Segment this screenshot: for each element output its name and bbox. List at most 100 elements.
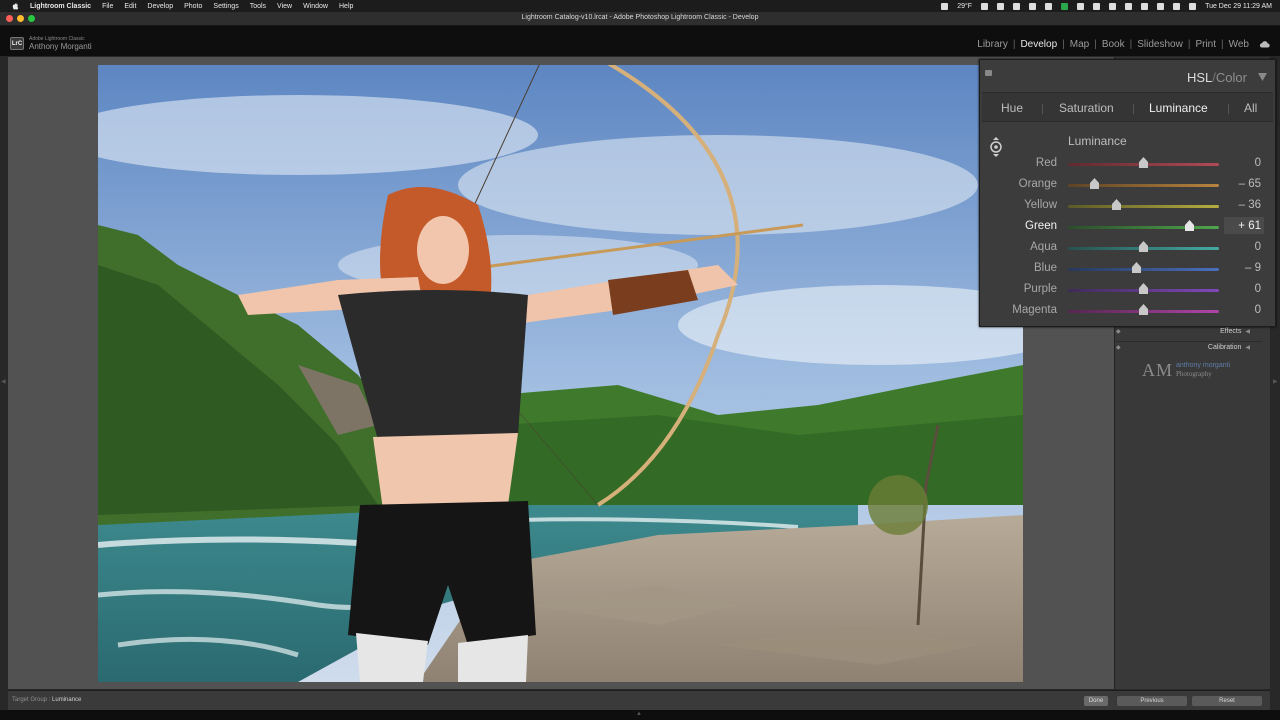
tab-hue[interactable]: Hue xyxy=(1001,101,1023,115)
evernote-icon[interactable] xyxy=(1045,2,1053,10)
spotlight-search-icon[interactable] xyxy=(1173,2,1181,10)
expand-triangle-icon: ◀ xyxy=(1245,345,1250,351)
module-web[interactable]: Web xyxy=(1224,39,1254,50)
slider-track-blue[interactable] xyxy=(1068,268,1219,271)
module-library[interactable]: Library xyxy=(972,39,1013,50)
menu-help[interactable]: Help xyxy=(339,3,353,10)
bluetooth-icon[interactable] xyxy=(1109,2,1117,10)
slider-value-green[interactable]: + 61 xyxy=(1238,220,1261,232)
identity-user: Anthony Morganti xyxy=(29,42,92,51)
filmstrip-toggle-icon[interactable]: ▲ xyxy=(636,711,642,717)
menu-settings[interactable]: Settings xyxy=(213,3,238,10)
collapse-triangle-icon[interactable] xyxy=(1258,73,1267,81)
calibration-panel-header[interactable]: ◆ Calibration ◀ xyxy=(1116,341,1262,353)
slider-value-purple[interactable]: 0 xyxy=(1255,283,1261,295)
apple-icon[interactable] xyxy=(10,2,20,10)
notes-icon[interactable] xyxy=(981,2,989,10)
display-icon[interactable] xyxy=(1077,2,1085,10)
tab-all[interactable]: All xyxy=(1244,101,1257,115)
slider-value-magenta[interactable]: 0 xyxy=(1255,304,1261,316)
target-group-value: Luminance xyxy=(52,697,82,703)
previous-button[interactable]: Previous xyxy=(1117,696,1187,706)
menu-file[interactable]: File xyxy=(102,3,113,10)
slider-row-yellow: Yellow – 36 xyxy=(980,196,1275,217)
done-button[interactable]: Done xyxy=(1084,696,1108,706)
app-green-icon[interactable] xyxy=(1061,2,1069,10)
target-group-readout: Target Group : Luminance xyxy=(12,697,81,703)
menu-edit[interactable]: Edit xyxy=(124,3,136,10)
slider-thumb-yellow[interactable] xyxy=(1111,199,1121,210)
slider-track-green[interactable] xyxy=(1068,226,1219,229)
panel-solo-icon: ◆ xyxy=(1116,345,1121,351)
menu-photo[interactable]: Photo xyxy=(184,3,202,10)
signature-initials: AM xyxy=(1142,360,1174,380)
slider-value-orange[interactable]: – 65 xyxy=(1239,178,1261,190)
moon-icon[interactable] xyxy=(1141,2,1149,10)
hsl-title-hsl[interactable]: HSL xyxy=(1187,70,1212,85)
hsl-tabs: Hue Saturation Luminance All xyxy=(982,92,1273,122)
signature-tagline: Photography xyxy=(1176,370,1212,378)
identity-plate[interactable]: LrC Adobe Lightroom Classic Anthony Morg… xyxy=(10,36,92,51)
battery-icon[interactable] xyxy=(1125,2,1133,10)
module-develop[interactable]: Develop xyxy=(1015,39,1062,50)
reset-button[interactable]: Reset xyxy=(1192,696,1262,706)
slider-value-yellow[interactable]: – 36 xyxy=(1239,199,1261,211)
volume-icon[interactable] xyxy=(1093,2,1101,10)
menu-tools[interactable]: Tools xyxy=(250,3,266,10)
menu-window[interactable]: Window xyxy=(303,3,328,10)
slider-row-aqua: Aqua 0 xyxy=(980,238,1275,259)
slider-value-aqua[interactable]: 0 xyxy=(1255,241,1261,253)
slider-thumb-magenta[interactable] xyxy=(1139,304,1148,315)
tab-luminance[interactable]: Luminance xyxy=(1149,101,1208,115)
wifi-icon[interactable] xyxy=(1157,2,1165,10)
hsl-title-color[interactable]: Color xyxy=(1216,70,1247,85)
slider-label: Yellow xyxy=(1024,199,1057,211)
slider-thumb-purple[interactable] xyxy=(1139,283,1148,294)
dropbox-icon[interactable] xyxy=(997,2,1005,10)
control-center-icon[interactable] xyxy=(1189,2,1197,10)
weather-temperature[interactable]: 29°F xyxy=(957,3,972,10)
slider-label: Aqua xyxy=(1030,241,1057,253)
slider-row-green: Green + 61 xyxy=(980,217,1275,238)
bookmark-icon[interactable] xyxy=(1029,2,1037,10)
slider-thumb-orange[interactable] xyxy=(1089,178,1099,189)
mac-menu-bar: Lightroom Classic File Edit Develop Phot… xyxy=(0,0,1280,12)
menu-view[interactable]: View xyxy=(277,3,292,10)
slider-thumb-red[interactable] xyxy=(1139,157,1148,168)
screen-record-icon[interactable] xyxy=(941,2,949,10)
menu-app-name[interactable]: Lightroom Classic xyxy=(30,3,91,10)
hsl-color-panel: HSL/Color Hue Saturation Luminance All L… xyxy=(979,59,1276,327)
slider-label: Blue xyxy=(1033,262,1057,274)
window-title: Lightroom Catalog-v10.lrcat - Adobe Phot… xyxy=(521,14,759,21)
left-panel-toggle-icon[interactable]: ◀ xyxy=(1,378,6,385)
module-book[interactable]: Book xyxy=(1097,39,1130,50)
panel-buttons: Previous Reset xyxy=(1114,690,1270,710)
right-panel-toggle-icon[interactable]: ▶ xyxy=(1273,378,1278,385)
develop-toolbar: Target Group : Luminance Done xyxy=(8,690,1114,710)
tab-separator xyxy=(1228,104,1229,114)
slider-row-purple: Purple 0 xyxy=(980,280,1275,301)
calibration-panel-title: Calibration xyxy=(1207,344,1242,351)
lightroom-logo-icon: LrC xyxy=(10,37,24,50)
slider-track-yellow[interactable] xyxy=(1068,205,1219,208)
slider-value-blue[interactable]: – 9 xyxy=(1245,262,1261,274)
hsl-panel-header[interactable]: HSL/Color xyxy=(980,60,1275,91)
tab-saturation[interactable]: Saturation xyxy=(1059,101,1114,115)
slider-thumb-aqua[interactable] xyxy=(1139,241,1148,252)
slider-value-red[interactable]: 0 xyxy=(1255,157,1261,169)
module-slideshow[interactable]: Slideshow xyxy=(1132,39,1188,50)
module-print[interactable]: Print xyxy=(1190,39,1221,50)
cloud-sync-icon[interactable] xyxy=(1013,2,1021,10)
panel-switch-icon[interactable] xyxy=(985,70,992,76)
menu-develop[interactable]: Develop xyxy=(147,3,173,10)
cloud-status-icon[interactable] xyxy=(1259,41,1270,48)
slider-row-orange: Orange – 65 xyxy=(980,175,1275,196)
module-map[interactable]: Map xyxy=(1065,39,1094,50)
module-header: LrC Adobe Lightroom Classic Anthony Morg… xyxy=(0,26,1280,56)
slider-row-red: Red 0 xyxy=(980,154,1275,175)
slider-thumb-green[interactable] xyxy=(1185,220,1195,231)
luminance-section-title: Luminance xyxy=(1068,134,1127,148)
slider-thumb-blue[interactable] xyxy=(1132,262,1142,273)
photo-image[interactable] xyxy=(98,65,1023,682)
clock[interactable]: Tue Dec 29 11:29 AM xyxy=(1205,3,1272,10)
